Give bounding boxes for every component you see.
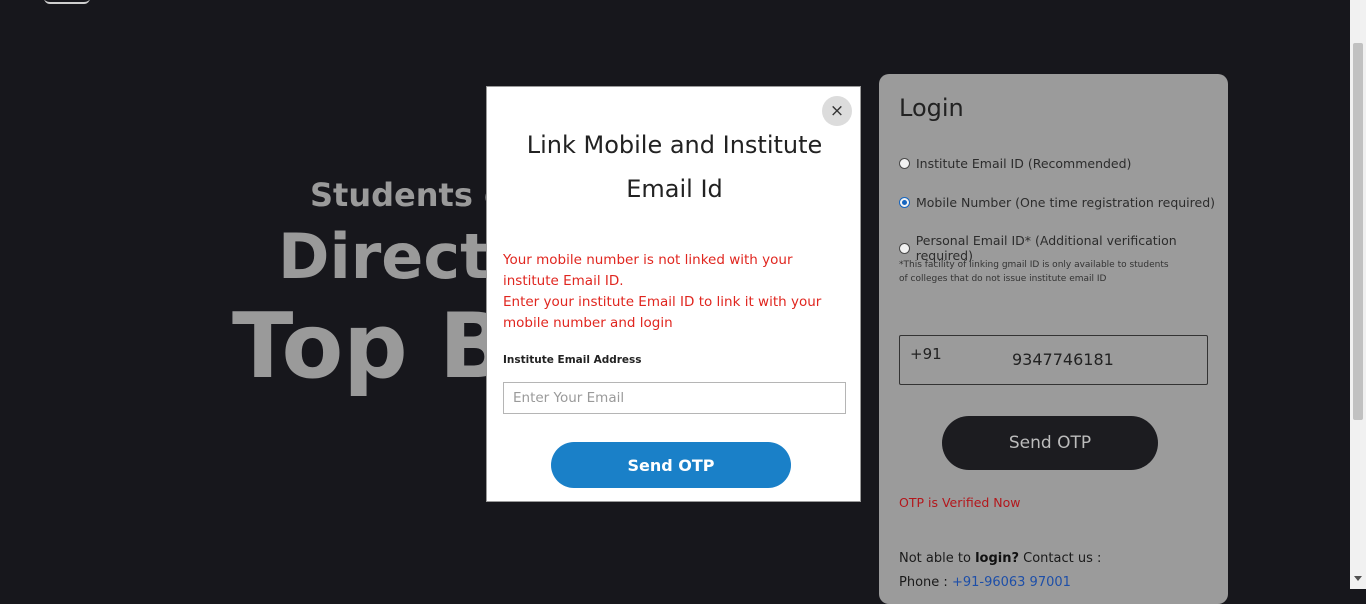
scroll-down-arrow-icon[interactable]	[1354, 576, 1362, 581]
radio-button[interactable]	[899, 197, 910, 208]
phone-contact: Phone : +91-96063 97001	[899, 575, 1071, 590]
country-code: +91	[910, 345, 942, 363]
phone-label: Phone :	[899, 575, 948, 590]
modal-message-line-2: Enter your institute Email ID to link it…	[503, 294, 822, 331]
modal-title: Link Mobile and Institute Email Id	[526, 131, 823, 203]
close-icon[interactable]: ×	[822, 96, 852, 126]
gmail-note: *This facility of linking gmail ID is on…	[899, 260, 1169, 284]
otp-status: OTP is Verified Now	[899, 495, 1021, 510]
login-send-otp-button[interactable]: Send OTP	[942, 416, 1158, 470]
contact-bold: login?	[975, 551, 1020, 566]
email-field-label: Institute Email Address	[503, 354, 642, 366]
radio-button[interactable]	[899, 158, 910, 169]
link-email-modal: × Link Mobile and Institute Email Id You…	[486, 86, 861, 502]
phone-link[interactable]: +91-96063 97001	[952, 575, 1071, 590]
login-title: Login	[899, 94, 964, 122]
phone-input[interactable]: +91 9347746181	[899, 335, 1208, 385]
contact-suffix: Contact us :	[1023, 551, 1102, 566]
close-glyph: ×	[829, 101, 845, 121]
phone-number-value: 9347746181	[1012, 350, 1114, 369]
contact-line: Not able to login? Contact us :	[899, 551, 1101, 566]
radio-option-mobile-number[interactable]: Mobile Number (One time registration req…	[899, 195, 1215, 210]
modal-message-line-1: Your mobile number is not linked with yo…	[503, 252, 793, 289]
modal-error-message: Your mobile number is not linked with yo…	[503, 250, 848, 334]
institute-email-input[interactable]	[503, 382, 846, 414]
logo-fragment	[44, 0, 90, 4]
radio-label: Mobile Number (One time registration req…	[916, 195, 1216, 210]
radio-option-institute-email[interactable]: Institute Email ID (Recommended)	[899, 156, 1131, 171]
modal-send-otp-button[interactable]: Send OTP	[551, 442, 791, 488]
radio-label: Institute Email ID (Recommended)	[916, 156, 1132, 171]
login-card: Login Institute Email ID (Recommended) M…	[879, 74, 1228, 604]
page-scrollbar[interactable]	[1350, 0, 1366, 589]
scrollbar-thumb[interactable]	[1353, 43, 1363, 420]
radio-button[interactable]	[899, 242, 910, 254]
contact-prefix: Not able to	[899, 551, 971, 566]
